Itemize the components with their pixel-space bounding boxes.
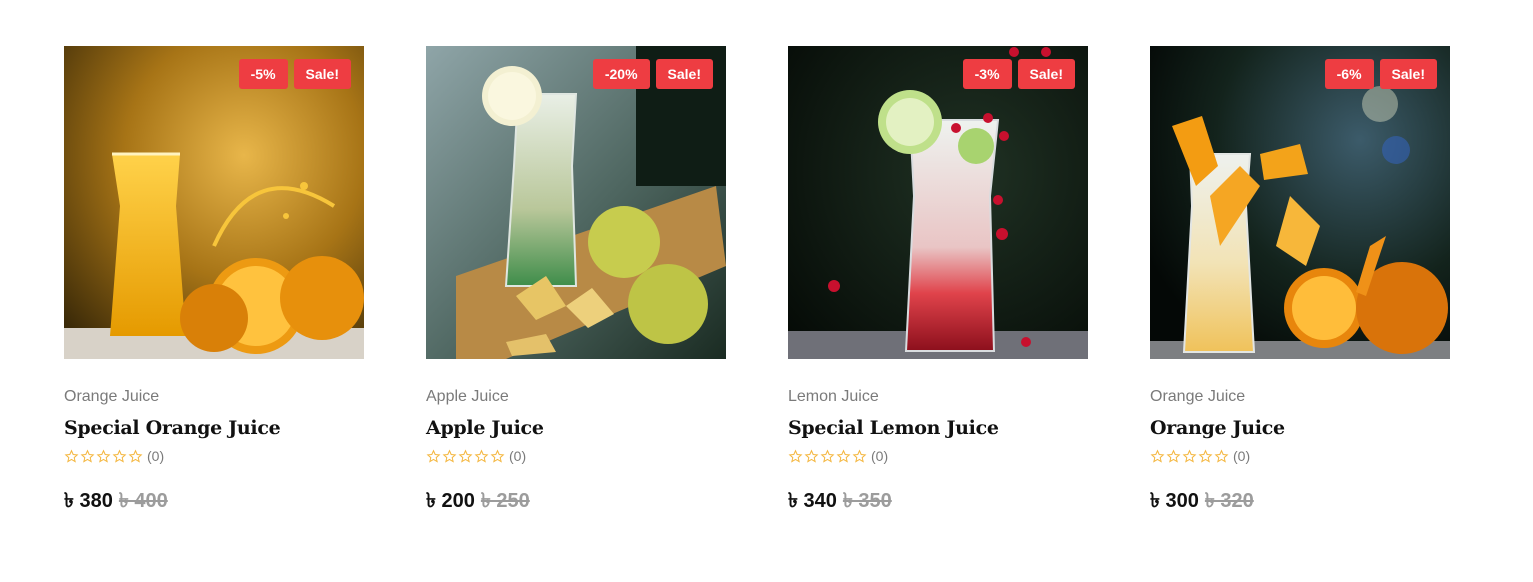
badge-group: -5% Sale! <box>238 59 351 89</box>
star-outline-icon <box>442 449 457 463</box>
rating-count: (0) <box>147 448 165 464</box>
product-card: -3% Sale! Lemon Juice Special Lemon Juic… <box>788 46 1088 519</box>
sale-badge: Sale! <box>293 59 351 89</box>
sale-badge: Sale! <box>1017 59 1075 89</box>
product-title[interactable]: Special Lemon Juice <box>788 417 1088 439</box>
star-outline-icon <box>474 449 489 463</box>
product-rating: (0) <box>64 448 364 464</box>
star-outline-icon <box>128 449 143 463</box>
product-image-link[interactable]: -3% Sale! <box>788 46 1088 359</box>
star-outline-icon <box>788 449 803 463</box>
product-card: -5% Sale! Orange Juice Special Orange Ju… <box>64 46 364 519</box>
product-price: ৳ 300 ৳ 320 <box>1150 486 1450 519</box>
sale-badge: Sale! <box>655 59 713 89</box>
rating-count: (0) <box>509 448 527 464</box>
original-price: ৳ 400 <box>118 490 168 512</box>
discount-badge: -3% <box>962 59 1012 89</box>
discount-badge: -5% <box>238 59 288 89</box>
star-outline-icon <box>64 449 79 463</box>
product-price: ৳ 200 ৳ 250 <box>426 486 726 519</box>
product-rating: (0) <box>788 448 1088 464</box>
product-category: Orange Juice <box>1150 388 1450 406</box>
product-grid: -5% Sale! Orange Juice Special Orange Ju… <box>64 46 1450 519</box>
product-card: -20% Sale! Apple Juice Apple Juice (0) ৳… <box>426 46 726 519</box>
original-price: ৳ 250 <box>480 490 530 512</box>
discount-badge: -20% <box>592 59 650 89</box>
lemon-juice-image <box>788 46 1088 359</box>
product-image-link[interactable]: -6% Sale! <box>1150 46 1450 359</box>
category-link[interactable]: Orange Juice <box>64 388 159 405</box>
category-link[interactable]: Lemon Juice <box>788 388 879 405</box>
current-price: ৳ 340 <box>788 490 837 512</box>
star-outline-icon <box>804 449 819 463</box>
star-rating <box>1150 449 1229 464</box>
product-category: Lemon Juice <box>788 388 1088 406</box>
star-rating <box>426 449 505 464</box>
product-card: -6% Sale! Orange Juice Orange Juice (0) … <box>1150 46 1450 519</box>
product-title[interactable]: Special Orange Juice <box>64 417 364 439</box>
star-rating <box>64 449 143 464</box>
rating-count: (0) <box>1233 448 1251 464</box>
star-outline-icon <box>1182 449 1197 463</box>
product-title[interactable]: Apple Juice <box>426 417 726 439</box>
star-rating <box>788 449 867 464</box>
star-outline-icon <box>820 449 835 463</box>
star-outline-icon <box>852 449 867 463</box>
star-outline-icon <box>1166 449 1181 463</box>
category-link[interactable]: Apple Juice <box>426 388 509 405</box>
star-outline-icon <box>80 449 95 463</box>
orange-splash-image <box>1150 46 1450 359</box>
star-outline-icon <box>490 449 505 463</box>
product-price: ৳ 340 ৳ 350 <box>788 486 1088 519</box>
star-outline-icon <box>96 449 111 463</box>
badge-group: -3% Sale! <box>962 59 1075 89</box>
rating-count: (0) <box>871 448 889 464</box>
star-outline-icon <box>426 449 441 463</box>
current-price: ৳ 200 <box>426 490 475 512</box>
product-title[interactable]: Orange Juice <box>1150 417 1450 439</box>
current-price: ৳ 380 <box>64 490 113 512</box>
star-outline-icon <box>458 449 473 463</box>
star-outline-icon <box>836 449 851 463</box>
badge-group: -6% Sale! <box>1324 59 1437 89</box>
product-rating: (0) <box>426 448 726 464</box>
star-outline-icon <box>112 449 127 463</box>
star-outline-icon <box>1198 449 1213 463</box>
current-price: ৳ 300 <box>1150 490 1199 512</box>
original-price: ৳ 320 <box>1204 490 1254 512</box>
category-link[interactable]: Orange Juice <box>1150 388 1245 405</box>
product-category: Apple Juice <box>426 388 726 406</box>
product-price: ৳ 380 ৳ 400 <box>64 486 364 519</box>
product-image-link[interactable]: -20% Sale! <box>426 46 726 359</box>
apple-juice-image <box>426 46 726 359</box>
product-rating: (0) <box>1150 448 1450 464</box>
product-image-link[interactable]: -5% Sale! <box>64 46 364 359</box>
badge-group: -20% Sale! <box>592 59 713 89</box>
star-outline-icon <box>1150 449 1165 463</box>
original-price: ৳ 350 <box>842 490 892 512</box>
product-category: Orange Juice <box>64 388 364 406</box>
discount-badge: -6% <box>1324 59 1374 89</box>
star-outline-icon <box>1214 449 1229 463</box>
sale-badge: Sale! <box>1379 59 1437 89</box>
orange-juice-image <box>64 46 364 359</box>
